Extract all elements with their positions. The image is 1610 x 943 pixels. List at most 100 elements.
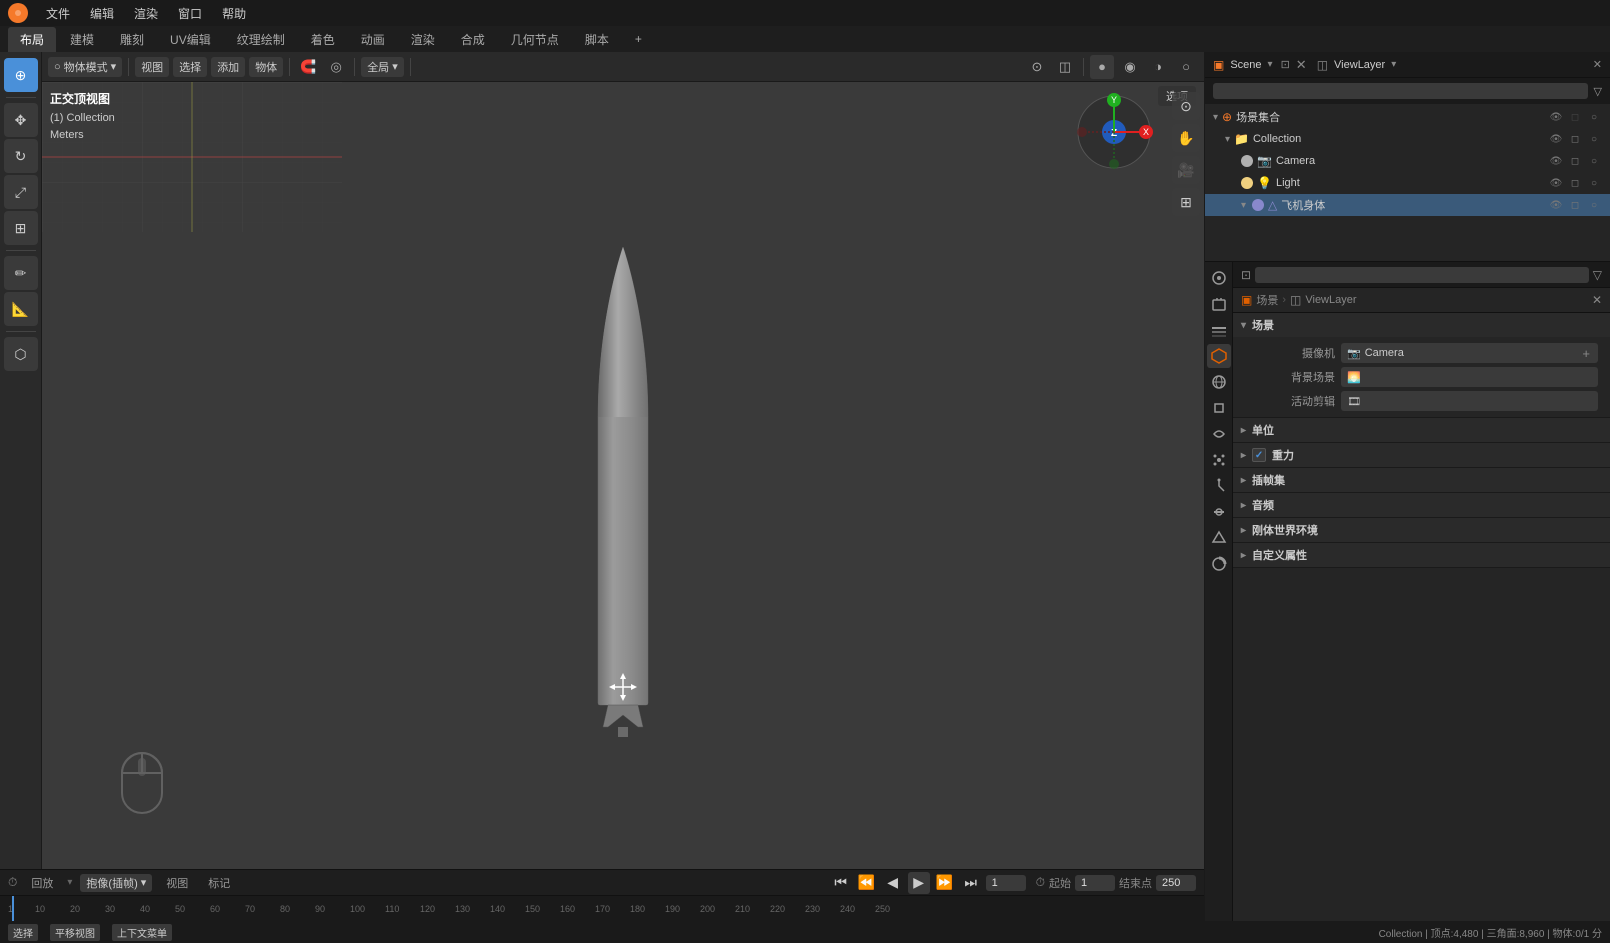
coll-render-icon[interactable]: ○ (1586, 131, 1602, 147)
prop-world-icon[interactable] (1207, 370, 1231, 394)
light-eye-icon[interactable]: 👁 (1548, 175, 1564, 191)
play-btn[interactable]: ▶ (908, 872, 930, 894)
light-viewport-icon[interactable]: ◻ (1567, 175, 1583, 191)
select-menu[interactable]: 选择 (173, 57, 207, 77)
end-frame-input[interactable]: 250 (1156, 875, 1196, 891)
tab-geometry-nodes[interactable]: 几何节点 (499, 27, 571, 52)
outliner-search-input[interactable] (1213, 83, 1588, 99)
tool-scale[interactable]: ⤢ (4, 175, 38, 209)
prop-render-icon[interactable] (1207, 266, 1231, 290)
jump-start-btn[interactable]: ⏮ (830, 872, 852, 894)
markers-menu[interactable]: 标记 (202, 874, 236, 892)
prop-viewlayer-icon[interactable] (1207, 318, 1231, 342)
menu-edit[interactable]: 编辑 (82, 3, 122, 24)
cam-render-icon[interactable]: ○ (1586, 153, 1602, 169)
tab-layout[interactable]: 布局 (8, 27, 56, 52)
overlay-btn[interactable]: ⊙ (1025, 55, 1049, 79)
tool-transform[interactable]: ⊞ (4, 211, 38, 245)
view-layer-filter-icon[interactable]: ⊡ (1281, 58, 1290, 71)
rigid-section-header[interactable]: ▾ 刚体世界环境 (1233, 518, 1610, 542)
props-search-input[interactable] (1255, 267, 1589, 283)
global-local-select[interactable]: 全局 ▾ (361, 57, 404, 77)
prop-output-icon[interactable] (1207, 292, 1231, 316)
light-render-icon[interactable]: ○ (1586, 175, 1602, 191)
tool-measure[interactable]: 📐 (4, 292, 38, 326)
prop-particles-icon[interactable] (1207, 448, 1231, 472)
xray-btn[interactable]: ◫ (1053, 55, 1077, 79)
playhead[interactable] (12, 896, 14, 921)
start-frame-input[interactable]: 1 (1075, 875, 1115, 891)
play-back-btn[interactable]: ◀ (882, 872, 904, 894)
camera-view-btn[interactable]: 🎥 (1172, 156, 1200, 184)
tree-light[interactable]: 💡 Light 👁 ◻ ○ (1205, 172, 1610, 194)
prop-modifier-icon[interactable] (1207, 422, 1231, 446)
mode-select[interactable]: ○ 物体模式 ▾ (48, 57, 122, 77)
camera-field-clear[interactable]: + (1580, 346, 1592, 361)
jump-end-btn[interactable]: ⏭ (960, 872, 982, 894)
units-section-header[interactable]: ▾ 单位 (1233, 418, 1610, 442)
material-preview-btn[interactable]: ◉ (1118, 55, 1142, 79)
keyframes-section-header[interactable]: ▾ 插帧集 (1233, 468, 1610, 492)
aircraft-eye-icon[interactable]: 👁 (1548, 197, 1564, 213)
proportional-edit-btn[interactable]: ◎ (324, 55, 348, 79)
aircraft-render-icon[interactable]: ○ (1586, 197, 1602, 213)
pan-btn[interactable]: ✋ (1172, 124, 1200, 152)
grid-view-btn[interactable]: ⊞ (1172, 188, 1200, 216)
snap-btn[interactable]: 🧲 (296, 55, 320, 79)
gravity-section-header[interactable]: ▾ 重力 (1233, 443, 1610, 467)
viewport-hide-icon[interactable]: ◻ (1567, 109, 1583, 125)
outliner-filter-icon[interactable]: ▽ (1594, 85, 1602, 98)
tab-compositing[interactable]: 合成 (449, 27, 497, 52)
capture-select[interactable]: 抱像(插帧) ▾ (80, 874, 152, 892)
menu-help[interactable]: 帮助 (214, 3, 254, 24)
tab-uv-editing[interactable]: UV编辑 (158, 27, 223, 52)
tab-scripting[interactable]: 脚本 (573, 27, 621, 52)
coll-viewport-icon[interactable]: ◻ (1567, 131, 1583, 147)
menu-file[interactable]: 文件 (38, 3, 78, 24)
gravity-checkbox[interactable] (1252, 448, 1266, 462)
wireframe-btn[interactable]: ○ (1174, 55, 1198, 79)
breadcrumb-settings-icon[interactable]: ✕ (1592, 293, 1602, 307)
cam-eye-icon[interactable]: 👁 (1548, 153, 1564, 169)
tool-add-cube[interactable]: ⬡ (4, 337, 38, 371)
prop-object-icon[interactable] (1207, 396, 1231, 420)
view-layer-dropdown-icon[interactable]: ▾ (1391, 59, 1396, 70)
outliner-close-btn[interactable]: ✕ (1296, 57, 1307, 73)
aircraft-viewport-icon[interactable]: ◻ (1567, 197, 1583, 213)
scene-section-header[interactable]: ▾ 场景 (1233, 313, 1610, 337)
tree-scene-collection[interactable]: ▾ ⊕ 场景集合 👁 ◻ ○ (1205, 106, 1610, 128)
tree-collection[interactable]: ▾ 📁 Collection 👁 ◻ ○ (1205, 128, 1610, 150)
prop-material-icon[interactable] (1207, 552, 1231, 576)
prop-scene-icon[interactable] (1207, 344, 1231, 368)
view-menu[interactable]: 视图 (135, 57, 169, 77)
audio-section-header[interactable]: ▾ 音频 (1233, 493, 1610, 517)
next-frame-btn[interactable]: ⏩ (934, 872, 956, 894)
tab-add[interactable]: + (623, 28, 654, 50)
prop-constraints-icon[interactable] (1207, 500, 1231, 524)
tab-animation[interactable]: 动画 (349, 27, 397, 52)
scene-dropdown-icon[interactable]: ▾ (1268, 59, 1273, 70)
tab-rendering[interactable]: 渲染 (399, 27, 447, 52)
view-menu[interactable]: 视图 (160, 874, 194, 892)
tree-camera[interactable]: 📷 Camera 👁 ◻ ○ (1205, 150, 1610, 172)
add-menu[interactable]: 添加 (211, 57, 245, 77)
tab-modeling[interactable]: 建模 (58, 27, 106, 52)
tab-shading[interactable]: 着色 (299, 27, 347, 52)
timeline-ruler[interactable]: 1 10 20 30 40 50 60 70 80 90 100 110 120… (0, 896, 1204, 921)
prop-physics-icon[interactable] (1207, 474, 1231, 498)
coll-eye-icon[interactable]: 👁 (1548, 131, 1564, 147)
camera-prop-field[interactable]: 📷 Camera + (1341, 343, 1598, 363)
prev-frame-btn[interactable]: ⏪ (856, 872, 878, 894)
object-menu[interactable]: 物体 (249, 57, 283, 77)
viewport-3d[interactable]: 正交顶视图 (1) Collection Meters 选项 Z X Y (42, 82, 1204, 891)
props-expand-icon[interactable]: ▽ (1593, 268, 1602, 282)
tab-sculpt[interactable]: 雕刻 (108, 27, 156, 52)
prop-data-icon[interactable] (1207, 526, 1231, 550)
tool-annotate[interactable]: ✏ (4, 256, 38, 290)
active-clip-field[interactable]: 🎞 (1341, 391, 1598, 411)
tree-aircraft-body[interactable]: ▾ △ 飞机身体 👁 ◻ ○ (1205, 194, 1610, 216)
tool-cursor[interactable]: ⊕ (4, 58, 38, 92)
tab-texture-paint[interactable]: 纹理绘制 (225, 27, 297, 52)
render-enable-icon[interactable]: ○ (1586, 109, 1602, 125)
visibility-eye-icon[interactable]: 👁 (1548, 109, 1564, 125)
